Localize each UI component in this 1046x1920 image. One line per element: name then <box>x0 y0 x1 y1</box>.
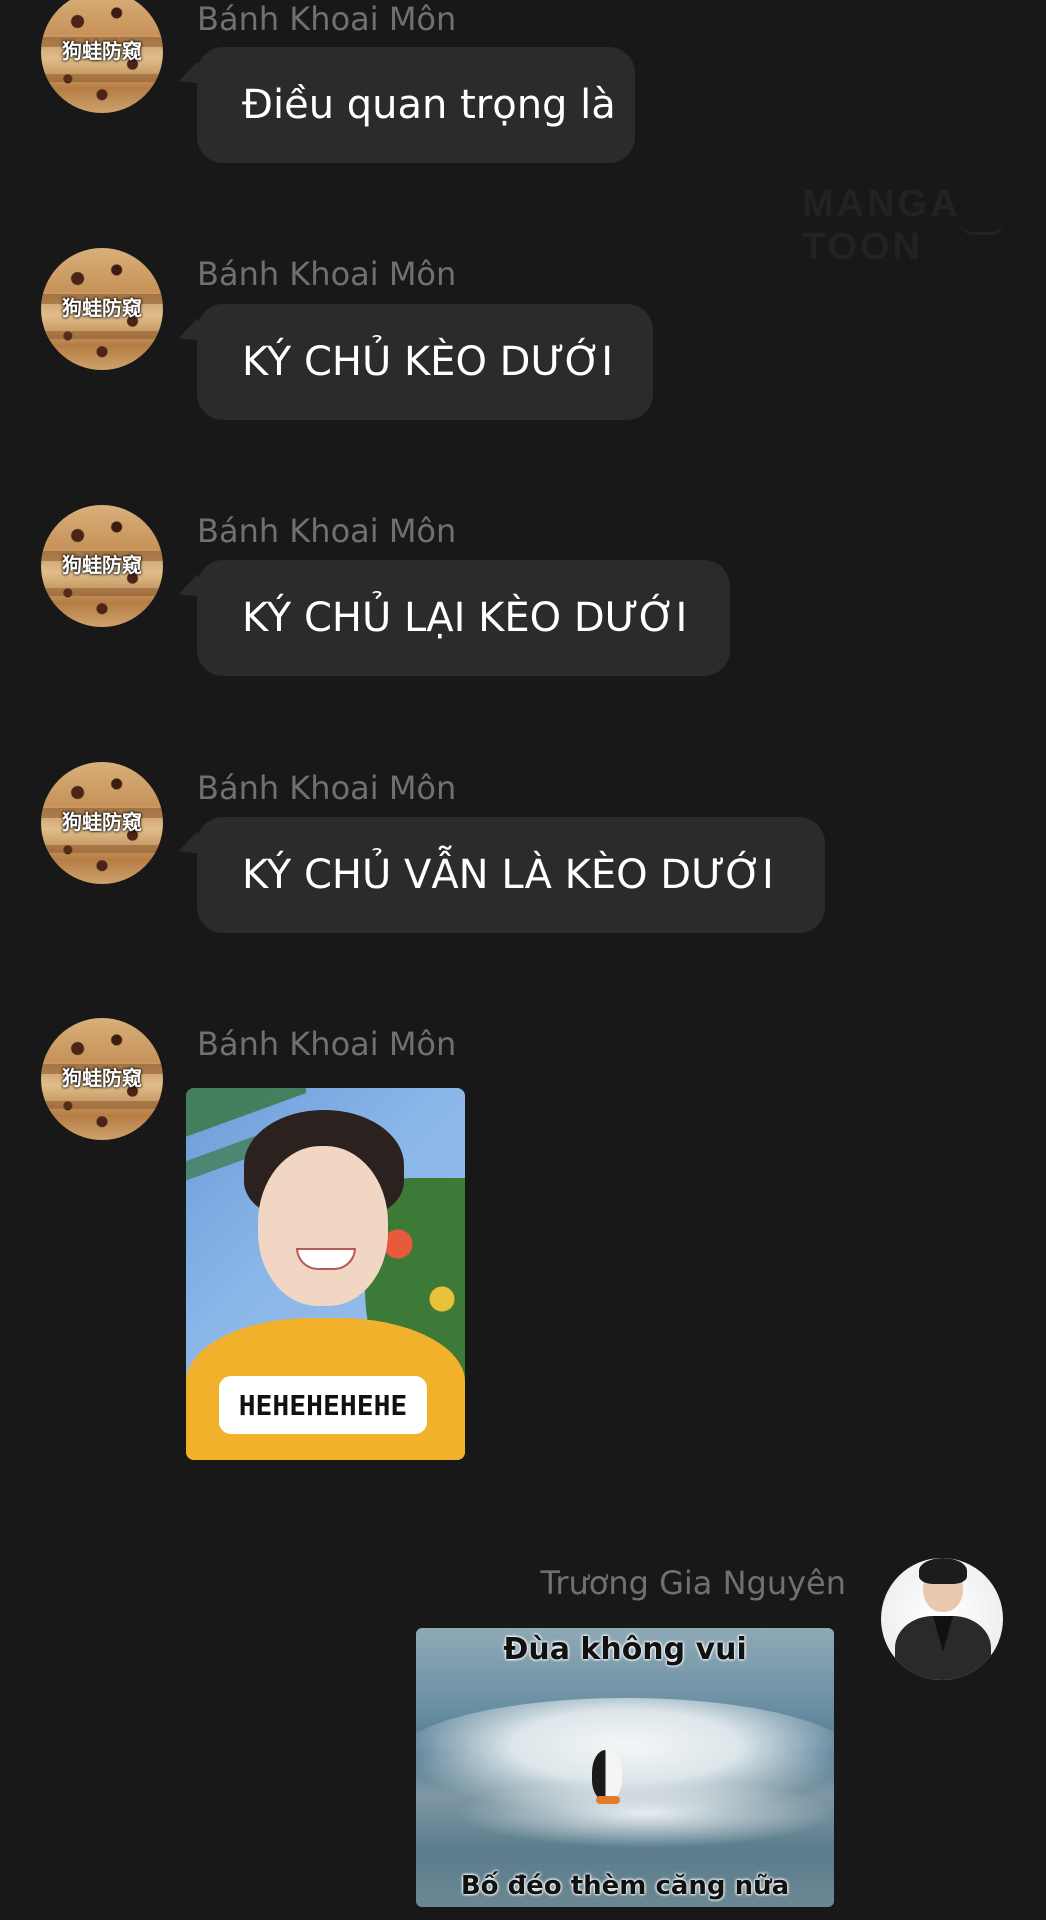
penguin-feet-icon <box>596 1796 620 1804</box>
avatar-caption: 狗蛙防窥 <box>62 810 142 834</box>
message-bubble[interactable]: KÝ CHỦ VẪN LÀ KÈO DƯỚI <box>197 817 825 933</box>
sender-name: Bánh Khoai Môn <box>197 512 457 550</box>
avatar-hair <box>919 1558 967 1584</box>
sender-name: Bánh Khoai Môn <box>197 769 457 807</box>
avatar-caption: 狗蛙防窥 <box>62 1066 142 1090</box>
sender-name: Trương Gia Nguyên <box>540 1564 846 1602</box>
message-text: KÝ CHỦ KÈO DƯỚI <box>242 339 614 385</box>
chat-thread: MANGA TOON 狗蛙防窥 Bánh Khoai Môn Điều quan… <box>0 0 1046 1920</box>
watermark-logo: MANGA TOON <box>802 183 960 268</box>
sender-avatar[interactable]: 狗蛙防窥 <box>41 505 163 627</box>
sender-avatar[interactable] <box>881 1558 1003 1680</box>
message-text: Điều quan trọng là <box>242 82 616 128</box>
avatar-caption: 狗蛙防窥 <box>62 553 142 577</box>
watermark-arc-icon <box>960 222 1004 235</box>
avatar-caption: 狗蛙防窥 <box>62 39 142 63</box>
meme-top-caption: Đùa không vui <box>503 1632 747 1667</box>
sticker-face <box>258 1146 388 1306</box>
sender-name: Bánh Khoai Môn <box>197 255 457 293</box>
penguin-icon <box>592 1750 622 1800</box>
sender-avatar[interactable]: 狗蛙防窥 <box>41 248 163 370</box>
message-bubble[interactable]: Điều quan trọng là <box>197 47 635 163</box>
sender-name: Bánh Khoai Môn <box>197 0 457 38</box>
sender-name: Bánh Khoai Môn <box>197 1025 457 1063</box>
message-text: KÝ CHỦ LẠI KÈO DƯỚI <box>242 595 688 641</box>
sender-avatar[interactable]: 狗蛙防窥 <box>41 1018 163 1140</box>
message-text: KÝ CHỦ VẪN LÀ KÈO DƯỚI <box>242 852 774 898</box>
meme-image[interactable]: Đùa không vui Bố đéo thèm căng nữa <box>416 1628 834 1907</box>
sender-avatar[interactable]: 狗蛙防窥 <box>41 0 163 113</box>
sticker-image[interactable]: HEHEHEHEHE <box>186 1088 465 1460</box>
sticker-caption: HEHEHEHEHE <box>219 1376 427 1434</box>
message-bubble[interactable]: KÝ CHỦ KÈO DƯỚI <box>197 304 653 420</box>
meme-wave-foam <box>456 1778 834 1848</box>
avatar-caption: 狗蛙防窥 <box>62 296 142 320</box>
sender-avatar[interactable]: 狗蛙防窥 <box>41 762 163 884</box>
message-bubble[interactable]: KÝ CHỦ LẠI KÈO DƯỚI <box>197 560 730 676</box>
meme-bottom-caption: Bố đéo thèm căng nữa <box>460 1871 790 1901</box>
